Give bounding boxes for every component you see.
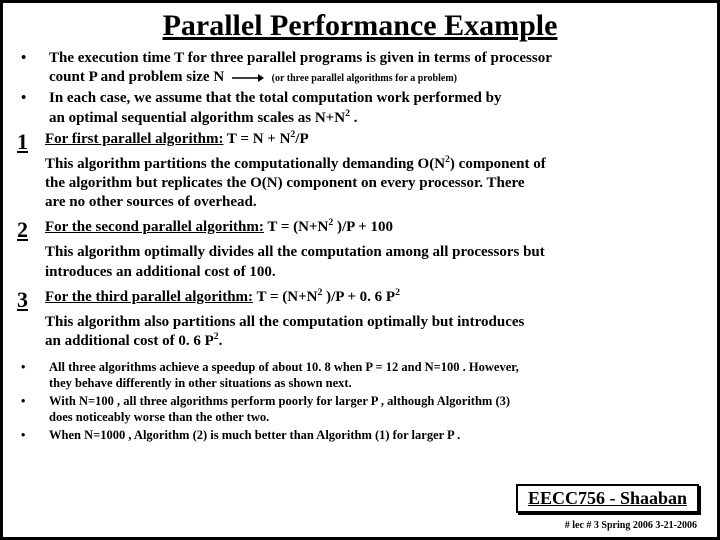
alg3-lead: For the third parallel algorithm: <box>45 289 253 305</box>
alg2-b2: introduces an additional cost of 100. <box>45 264 276 280</box>
c2a: With N=100 , all three algorithms perfor… <box>49 394 510 408</box>
intro1-line2: count P and problem size N <box>49 69 224 85</box>
algorithm-2-header: 2 For the second parallel algorithm: T =… <box>17 218 703 241</box>
conclusion-3: • When N=1000 , Algorithm (2) is much be… <box>17 427 703 443</box>
intro-2-text: In each case, we assume that the total c… <box>49 89 703 127</box>
algorithm-1-header: 1 For first parallel algorithm: T = N + … <box>17 130 703 153</box>
alg-num-1: 1 <box>17 130 45 153</box>
alg3-b2a: an additional cost of 0. 6 P <box>45 333 214 349</box>
alg1-b3: are no other sources of overhead. <box>45 194 257 210</box>
conclusion-2: • With N=100 , all three algorithms perf… <box>17 393 703 425</box>
slide-title: Parallel Performance Example <box>17 9 703 43</box>
slide-frame: Parallel Performance Example • The execu… <box>0 0 720 540</box>
alg3-body: This algorithm also partitions all the c… <box>17 313 703 351</box>
alg2-lead: For the second parallel algorithm: <box>45 219 264 235</box>
alg-num-2: 2 <box>17 218 45 241</box>
conclusion-1: • All three algorithms achieve a speedup… <box>17 359 703 391</box>
intro2-line1: In each case, we assume that the total c… <box>49 90 501 106</box>
alg1-b1a: This algorithm partitions the computatio… <box>45 156 445 172</box>
bullet-dot: • <box>17 393 49 409</box>
alg1-lead: For first parallel algorithm: <box>45 131 223 147</box>
intro-bullet-1: • The execution time T for three paralle… <box>17 49 703 87</box>
intro-1-text: The execution time T for three parallel … <box>49 49 703 87</box>
alg1-b1b: ) component of <box>450 156 546 172</box>
bullet-dot: • <box>17 427 49 443</box>
alg3-eq: T = (N+N <box>253 289 317 305</box>
algorithm-3-header: 3 For the third parallel algorithm: T = … <box>17 288 703 311</box>
alg2-b1: This algorithm optimally divides all the… <box>45 244 545 260</box>
alg1-text: For first parallel algorithm: T = N + N2… <box>45 130 703 149</box>
lecture-footer-line: # lec # 3 Spring 2006 3-21-2006 <box>565 520 697 531</box>
slide-content: • The execution time T for three paralle… <box>17 49 703 443</box>
bullet-dot: • <box>17 89 49 108</box>
intro2-line2: an optimal sequential algorithm scales a… <box>49 110 345 126</box>
c1b: they behave differently in other situati… <box>49 376 352 390</box>
conclusion-1-text: All three algorithms achieve a speedup o… <box>49 359 703 391</box>
alg-num-3: 3 <box>17 288 45 311</box>
arrow-icon <box>230 72 264 84</box>
intro2-tail: . <box>350 110 358 126</box>
bullet-dot: • <box>17 359 49 375</box>
alg3-text: For the third parallel algorithm: T = (N… <box>45 288 703 307</box>
intro-bullet-2: • In each case, we assume that the total… <box>17 89 703 127</box>
alg2-tail: )/P + 100 <box>333 219 393 235</box>
bullet-dot: • <box>17 49 49 68</box>
alg1-body: This algorithm partitions the computatio… <box>17 155 703 213</box>
conclusions: • All three algorithms achieve a speedup… <box>17 359 703 443</box>
alg3-mid: )/P + 0. 6 P <box>322 289 395 305</box>
alg2-body: This algorithm optimally divides all the… <box>17 243 703 281</box>
intro1-line1: The execution time T for three parallel … <box>49 50 552 66</box>
alg1-tail: /P <box>295 131 308 147</box>
alg3-b2b: . <box>219 333 223 349</box>
course-footer-box: EECC756 - Shaaban <box>516 484 699 513</box>
c2b: does noticeably worse than the other two… <box>49 410 269 424</box>
c1a: All three algorithms achieve a speedup o… <box>49 360 519 374</box>
conclusion-3-text: When N=1000 , Algorithm (2) is much bett… <box>49 427 703 443</box>
alg3-b1: This algorithm also partitions all the c… <box>45 314 524 330</box>
intro1-note: (or three parallel algorithms for a prob… <box>272 73 457 84</box>
alg2-text: For the second parallel algorithm: T = (… <box>45 218 703 237</box>
alg1-eq: T = N + N <box>223 131 290 147</box>
conclusion-2-text: With N=100 , all three algorithms perfor… <box>49 393 703 425</box>
alg2-eq: T = (N+N <box>264 219 328 235</box>
alg1-b2: the algorithm but replicates the O(N) co… <box>45 175 525 191</box>
c3: When N=1000 , Algorithm (2) is much bett… <box>49 428 460 442</box>
